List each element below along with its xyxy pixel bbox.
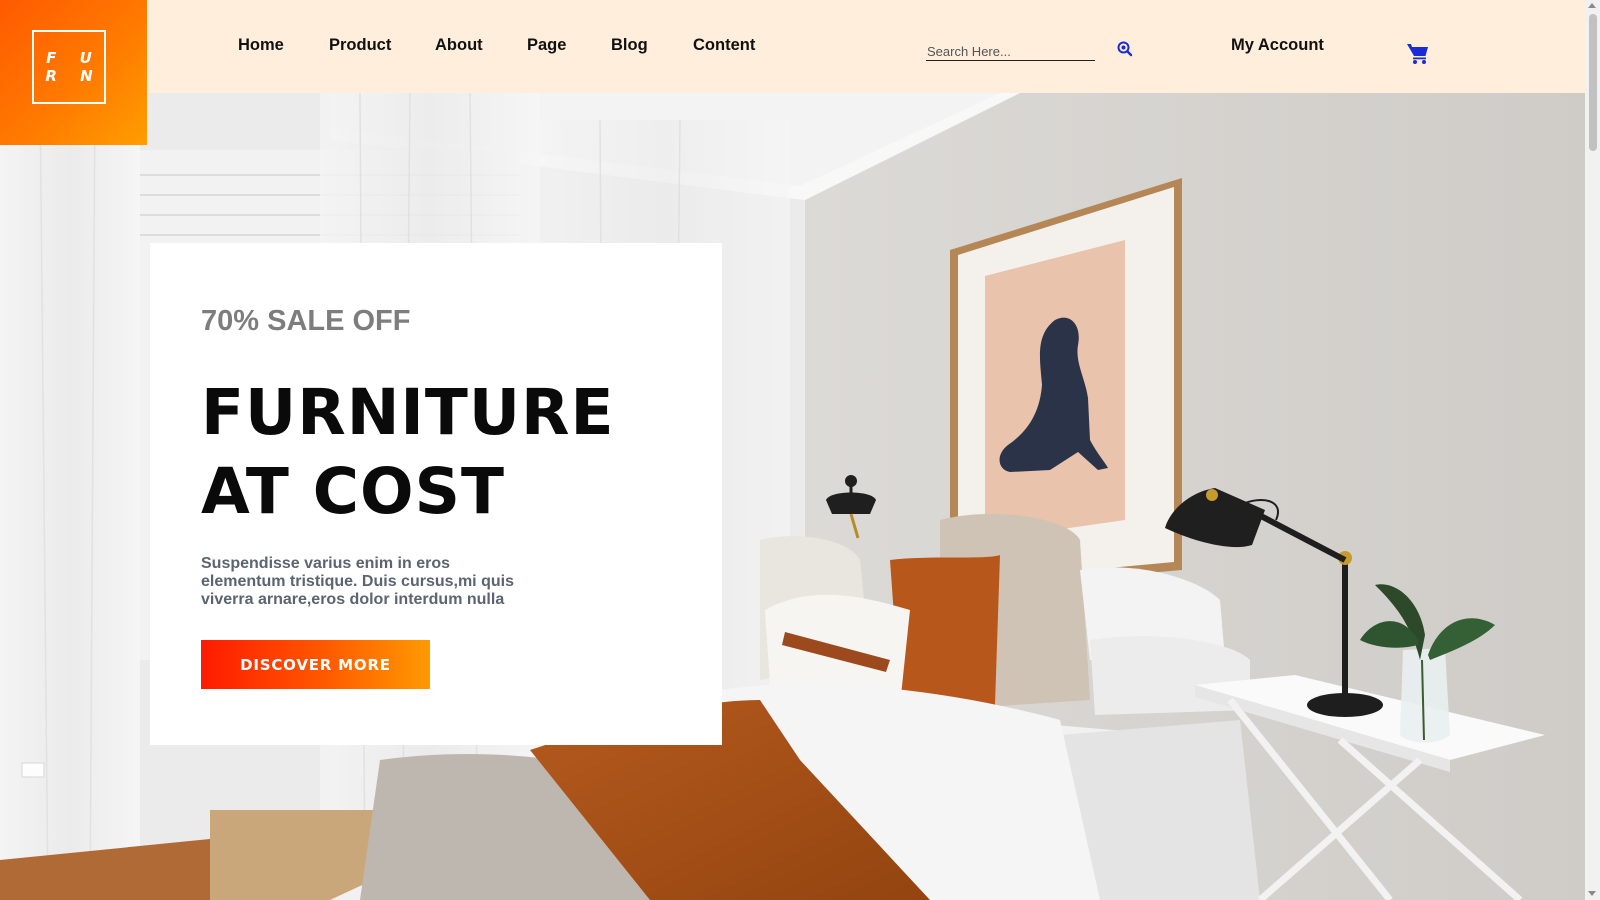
my-account-link[interactable]: My Account	[1231, 36, 1324, 55]
cart-icon[interactable]	[1406, 41, 1430, 65]
nav-item-blog[interactable]: Blog	[611, 36, 648, 55]
nav-item-home[interactable]: Home	[238, 36, 284, 55]
discover-more-button[interactable]: DISCOVER MORE	[201, 640, 430, 689]
search-input[interactable]	[926, 42, 1095, 61]
promo-card: 70% SALE OFF FURNITURE AT COST Suspendis…	[150, 243, 722, 745]
nav-item-about[interactable]: About	[435, 36, 483, 55]
nav-item-page[interactable]: Page	[527, 36, 566, 55]
sale-eyebrow: 70% SALE OFF	[201, 305, 411, 337]
logo-frame: F U R N	[32, 30, 106, 104]
nav-item-content[interactable]: Content	[693, 36, 755, 55]
nav-item-product[interactable]: Product	[329, 36, 391, 55]
hero-headline: FURNITURE AT COST	[201, 373, 615, 531]
logo-text-line-2: R N	[45, 67, 102, 85]
page-scrollbar[interactable]	[1585, 0, 1600, 900]
hero-description: Suspendisse varius enim in eros elementu…	[201, 555, 514, 608]
scrollbar-thumb[interactable]	[1589, 14, 1597, 151]
site-header: Home Product About Page Blog Content My …	[0, 0, 1585, 93]
hero-headline-line-1: FURNITURE	[201, 376, 615, 449]
search-icon[interactable]	[1116, 40, 1134, 58]
scroll-down-arrow-icon[interactable]	[1588, 891, 1596, 896]
logo-text-line-1: F U	[46, 49, 101, 67]
scroll-up-arrow-icon[interactable]	[1588, 3, 1596, 8]
hero-headline-line-2: AT COST	[201, 455, 505, 528]
brand-logo[interactable]: F U R N	[0, 0, 147, 145]
